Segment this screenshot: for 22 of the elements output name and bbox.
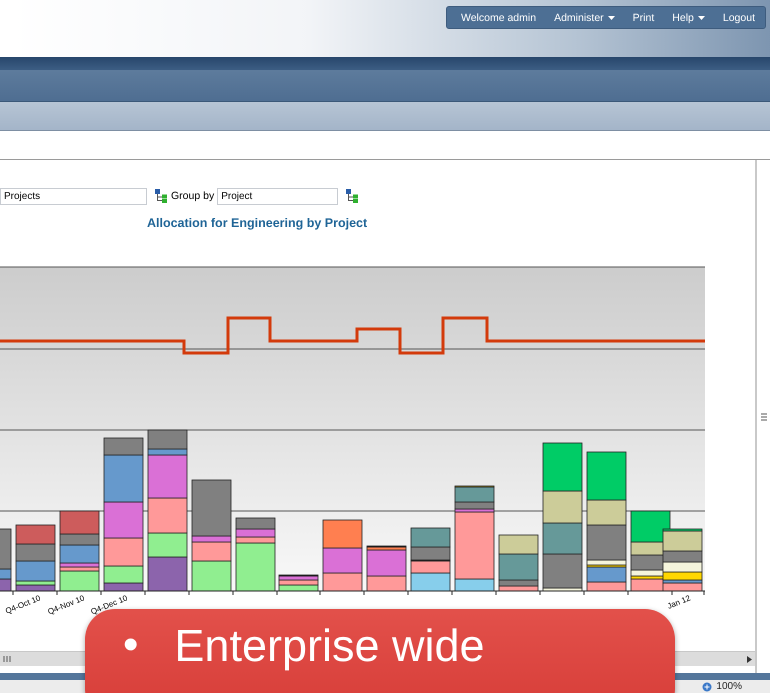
vertical-scrollbar[interactable] (755, 160, 770, 673)
input-field[interactable]: Project (217, 188, 338, 204)
axis-label: Jan 12 (666, 594, 692, 611)
grip-icon (760, 412, 766, 420)
nav-link[interactable]: Print (632, 12, 654, 24)
input-field[interactable]: Projects (0, 188, 147, 204)
right-arrow-icon[interactable] (747, 656, 752, 662)
nav-link[interactable]: Logout (722, 12, 755, 24)
zoom-icon[interactable] (702, 682, 712, 692)
chart-title: Allocation for Engineering by Project (147, 216, 368, 230)
caret-icon (608, 16, 615, 20)
nav-link[interactable]: Administer (554, 12, 615, 24)
zoom-level: 100% (716, 681, 742, 692)
hierarchy-icon[interactable] (155, 189, 168, 203)
hierarchy-icon[interactable] (346, 189, 360, 203)
grip-icon (3, 656, 11, 662)
nav-link[interactable]: Help (672, 12, 705, 24)
nav-link[interactable]: Welcome admin (460, 12, 536, 24)
caret-icon (698, 16, 705, 20)
bullet: • (123, 623, 138, 667)
field-label: Group by (171, 190, 214, 202)
callout-text: Enterprise wide (174, 623, 485, 668)
